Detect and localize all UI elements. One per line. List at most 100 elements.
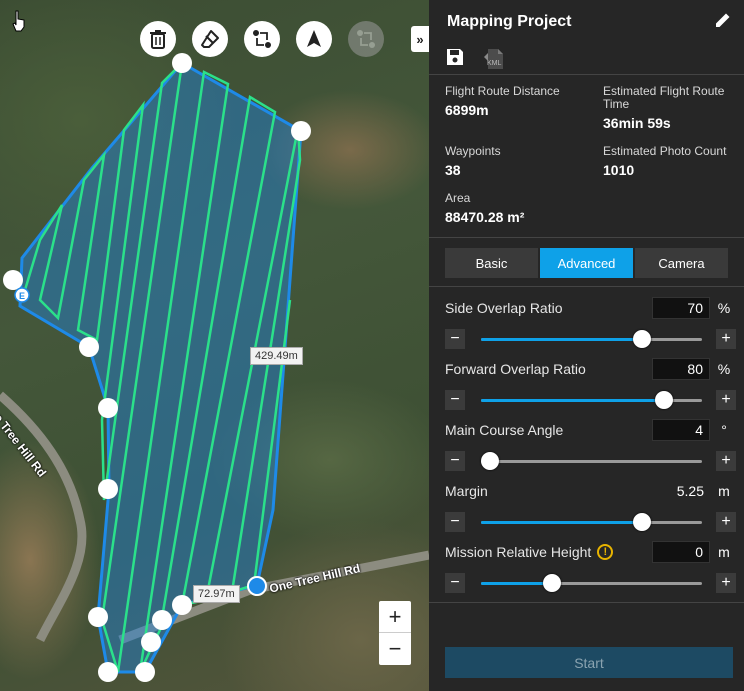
- zoom-in-button[interactable]: +: [379, 601, 411, 633]
- polygon-vertex[interactable]: [88, 607, 108, 627]
- disabled-swap-button[interactable]: [348, 21, 384, 57]
- polygon-vertex[interactable]: [135, 662, 155, 682]
- slider-thumb[interactable]: [633, 513, 652, 531]
- decrease-button[interactable]: −: [445, 573, 465, 593]
- polygon-vertex[interactable]: [152, 610, 172, 630]
- param-label: Forward Overlap Ratio: [445, 361, 586, 377]
- param-main-course-angle: Main Course Angle 4 ° − +: [445, 419, 736, 472]
- param-unit: m: [718, 544, 730, 560]
- route-swap-disabled-icon: [357, 30, 375, 48]
- map-view[interactable]: E One Tree Hill Rd One Tree Hill Rd 429.…: [0, 0, 429, 691]
- param-label: Margin: [445, 483, 488, 499]
- clear-button[interactable]: [192, 21, 228, 57]
- file-actions: KML: [429, 44, 744, 74]
- mission-panel: Mapping Project KML Flight Route Distanc…: [429, 0, 744, 691]
- param-label: Mission Relative Height!: [445, 544, 652, 560]
- stat-route-time: Estimated Flight Route Time 36min 59s: [603, 84, 725, 132]
- drone-direction-icon: [307, 30, 321, 47]
- param-value-relative-height[interactable]: 0: [652, 541, 710, 563]
- edit-title-button[interactable]: [714, 11, 732, 34]
- reverse-route-button[interactable]: [244, 21, 280, 57]
- param-label: Side Overlap Ratio: [445, 300, 563, 316]
- route-swap-icon: [253, 30, 271, 48]
- param-value-main-course-angle[interactable]: 4: [652, 419, 710, 441]
- slider-fill: [481, 338, 643, 341]
- decrease-button[interactable]: −: [445, 451, 465, 471]
- kml-export-button[interactable]: KML: [483, 48, 505, 70]
- polygon-vertex[interactable]: [141, 632, 161, 652]
- start-waypoint[interactable]: [247, 576, 267, 596]
- collapse-panel-button[interactable]: »: [411, 26, 429, 52]
- slider-track: [481, 460, 702, 463]
- param-value-margin: 5.25: [676, 483, 704, 499]
- mission-stats: Flight Route Distance 6899m Estimated Fl…: [429, 75, 744, 226]
- pencil-icon: [716, 13, 730, 27]
- param-unit: °: [721, 422, 727, 438]
- polygon-vertex[interactable]: [98, 398, 118, 418]
- zoom-out-button[interactable]: −: [379, 633, 411, 665]
- param-label: Main Course Angle: [445, 422, 564, 438]
- increase-button[interactable]: +: [716, 390, 736, 410]
- stat-photo-count: Estimated Photo Count 1010: [603, 144, 727, 179]
- divider: [429, 286, 744, 287]
- project-title: Mapping Project: [447, 13, 572, 30]
- slider-main-course-angle[interactable]: [480, 450, 702, 472]
- eraser-icon: [201, 30, 219, 48]
- slider-thumb[interactable]: [655, 391, 674, 409]
- pointer-cursor-icon: [12, 10, 26, 32]
- tab-camera[interactable]: Camera: [635, 248, 728, 278]
- settings-tabs: Basic Advanced Camera: [445, 248, 728, 278]
- flight-direction-button[interactable]: [296, 21, 332, 57]
- trash-icon: [150, 30, 166, 49]
- save-icon: [447, 48, 463, 65]
- decrease-button[interactable]: −: [445, 512, 465, 532]
- tab-advanced[interactable]: Advanced: [540, 248, 633, 278]
- slider-margin[interactable]: [481, 511, 702, 533]
- polygon-vertex[interactable]: [98, 662, 118, 682]
- increase-button[interactable]: +: [716, 512, 736, 532]
- slider-fill: [481, 399, 665, 402]
- slider-thumb[interactable]: [542, 574, 561, 592]
- end-waypoint-label: E: [19, 291, 25, 301]
- polygon-vertex[interactable]: [98, 479, 118, 499]
- tab-basic[interactable]: Basic: [445, 248, 538, 278]
- decrease-button[interactable]: −: [445, 390, 465, 410]
- slider-thumb[interactable]: [633, 330, 652, 348]
- decrease-button[interactable]: −: [445, 329, 465, 349]
- param-value-side-overlap[interactable]: 70: [652, 297, 710, 319]
- save-button[interactable]: [445, 47, 465, 72]
- slider-side-overlap[interactable]: [481, 328, 702, 350]
- slider-relative-height[interactable]: [481, 572, 702, 594]
- polygon-vertex[interactable]: [172, 595, 192, 615]
- increase-button[interactable]: +: [716, 329, 736, 349]
- increase-button[interactable]: +: [716, 451, 736, 471]
- slider-thumb[interactable]: [480, 452, 499, 470]
- distance-label: 429.49m: [250, 347, 303, 365]
- increase-button[interactable]: +: [716, 573, 736, 593]
- polygon-vertex[interactable]: [3, 270, 23, 290]
- polygon-vertex[interactable]: [291, 121, 311, 141]
- param-value-forward-overlap[interactable]: 80: [652, 358, 710, 380]
- panel-header: Mapping Project: [429, 0, 744, 44]
- delete-button[interactable]: [140, 21, 176, 57]
- param-unit: %: [717, 361, 731, 377]
- slider-forward-overlap[interactable]: [481, 389, 702, 411]
- polygon-vertex[interactable]: [79, 337, 99, 357]
- param-unit: %: [717, 300, 731, 316]
- polygon-vertex[interactable]: [172, 53, 192, 73]
- param-unit: m: [718, 483, 730, 499]
- zoom-control: + −: [379, 601, 411, 665]
- kml-text: KML: [487, 60, 502, 67]
- warning-icon[interactable]: !: [597, 544, 614, 560]
- distance-label: 72.97m: [193, 585, 240, 603]
- param-relative-height: Mission Relative Height! 0 m − +: [445, 541, 736, 594]
- stat-area: Area 88470.28 m²: [445, 191, 525, 226]
- stat-route-distance: Flight Route Distance 6899m: [445, 84, 560, 119]
- slider-fill: [481, 582, 552, 585]
- stat-waypoints: Waypoints 38: [445, 144, 501, 179]
- param-side-overlap: Side Overlap Ratio 70% − +: [445, 297, 736, 350]
- divider: [429, 602, 744, 603]
- param-margin: Margin 5.25 m − +: [445, 480, 736, 533]
- divider: [429, 237, 744, 238]
- start-button[interactable]: Start: [445, 647, 733, 678]
